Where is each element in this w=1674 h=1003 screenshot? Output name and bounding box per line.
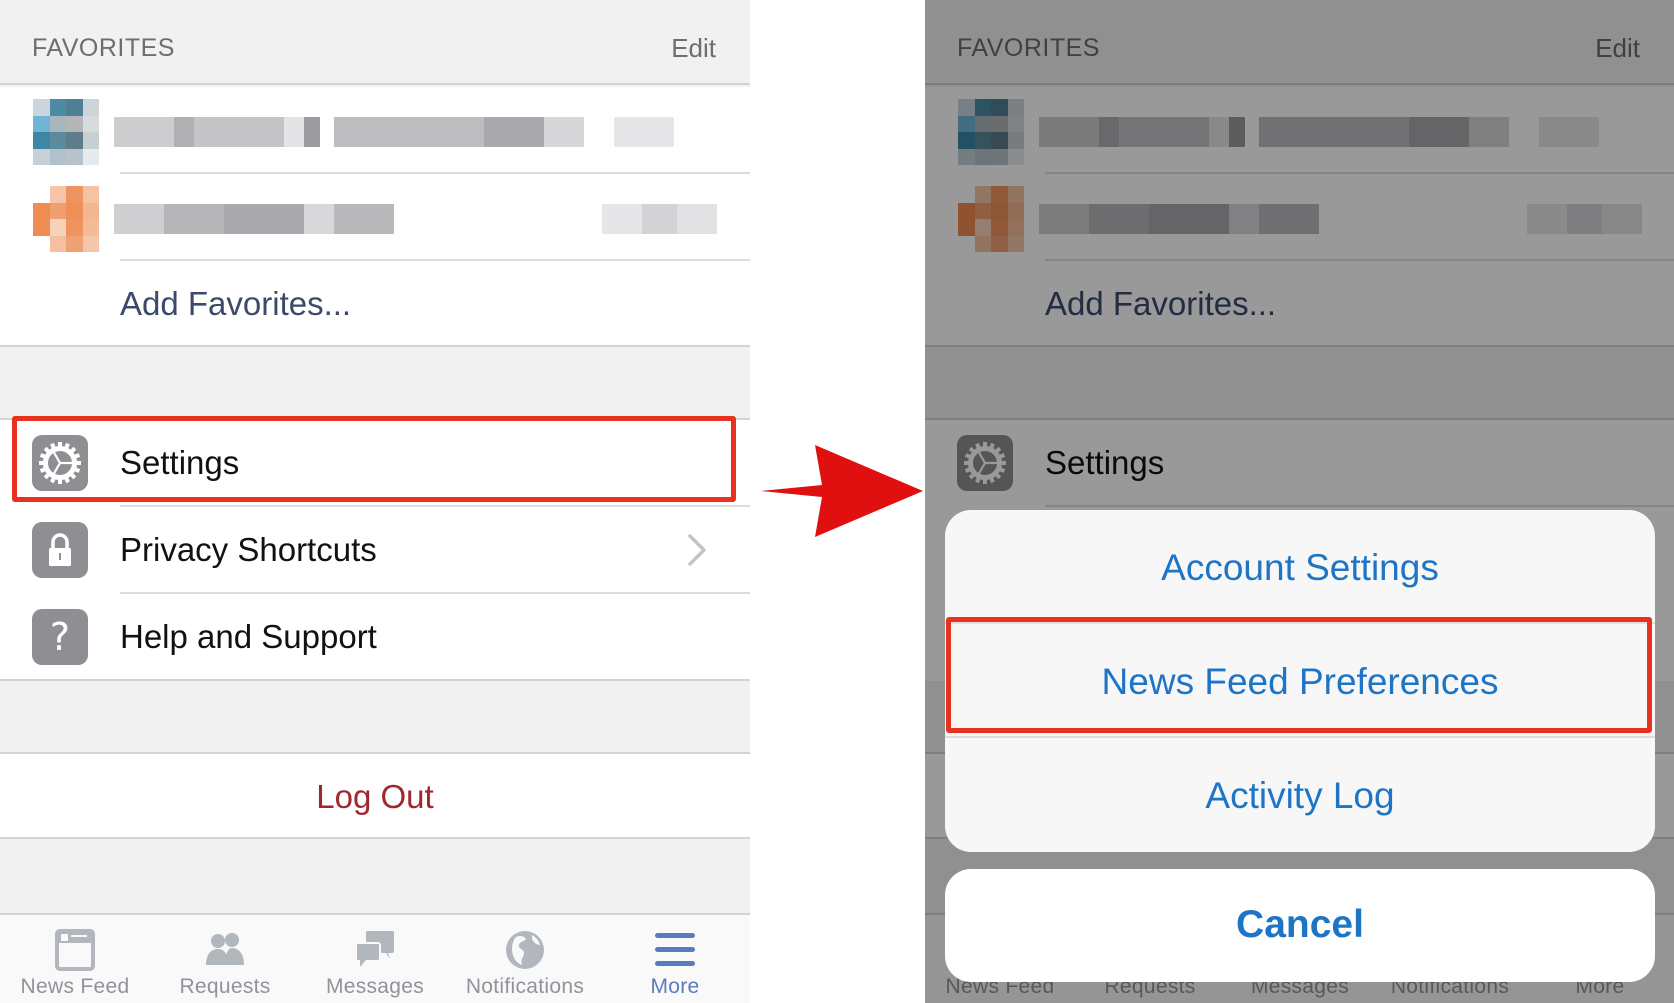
left-screenshot-panel: FAVORITES Edit Add Favorites... Settings…	[0, 0, 750, 1003]
messages-icon	[355, 931, 394, 967]
favorite-item[interactable]	[0, 174, 750, 261]
menu-item-label: Privacy Shortcuts	[120, 531, 377, 568]
action-activity-log[interactable]: Activity Log	[945, 738, 1655, 852]
right-screenshot-panel: FAVORITES Edit Add Favorites... Settings…	[925, 0, 1674, 1003]
favorite-meta-pixelated	[602, 204, 717, 234]
menu-item-help-and-support[interactable]: ? Help and Support	[0, 594, 750, 681]
avatar-pixel	[49, 235, 66, 252]
chevron-right-icon	[688, 534, 706, 566]
cancel-label: Cancel	[1236, 903, 1364, 946]
tab-news-feed[interactable]: News Feed	[0, 915, 150, 1003]
gear-icon	[32, 435, 88, 491]
tab-label: Messages	[325, 975, 425, 998]
tab-label: News Feed	[20, 975, 130, 998]
avatar-pixel	[66, 115, 83, 132]
avatar-pixel	[49, 202, 66, 219]
avatar-pixel	[33, 235, 50, 252]
action-label: Activity Log	[1205, 775, 1395, 816]
log-out-button[interactable]: Log Out	[0, 778, 750, 816]
avatar-pixel	[33, 115, 50, 132]
avatar-pixel	[33, 132, 50, 149]
avatar-pixel	[82, 219, 99, 236]
add-favorites-row[interactable]: Add Favorites...	[0, 261, 750, 348]
avatar-pixel	[33, 202, 50, 219]
menu-item-privacy-shortcuts[interactable]: Privacy Shortcuts	[0, 507, 750, 594]
settings-section: Settings Privacy Shortcuts ? Help and Su…	[0, 418, 750, 681]
favorites-title: FAVORITES	[32, 34, 175, 62]
avatar-pixel	[49, 99, 66, 116]
action-sheet: Account Settings News Feed Preferences A…	[945, 510, 1655, 852]
favorites-section: Add Favorites...	[0, 87, 750, 347]
section-divider	[0, 345, 750, 347]
add-favorites-link[interactable]: Add Favorites...	[120, 285, 351, 323]
section-divider	[0, 679, 750, 681]
avatar-pixel	[66, 99, 83, 116]
edit-button[interactable]: Edit	[671, 33, 716, 64]
tab-notifications[interactable]: Notifications	[450, 915, 600, 1003]
avatar-pixel	[49, 186, 66, 203]
avatar-pixel	[66, 148, 83, 165]
avatar-pixel	[33, 99, 50, 116]
avatar-pixel	[82, 235, 99, 252]
avatar-pixel	[66, 186, 83, 203]
favorite-name-pixelated	[114, 117, 674, 147]
action-label: News Feed Preferences	[1101, 661, 1499, 702]
menu-item-settings[interactable]: Settings	[0, 420, 750, 507]
favorite-avatar	[33, 99, 99, 165]
avatar-pixel	[82, 115, 99, 132]
tab-bar: News Feed Requests Messages Notification…	[0, 913, 750, 1003]
friend-requests-icon	[206, 933, 244, 965]
avatar-pixel	[33, 219, 50, 236]
tab-label: More	[650, 975, 700, 998]
news-feed-icon	[55, 929, 95, 971]
avatar-pixel	[82, 148, 99, 165]
avatar-pixel	[49, 148, 66, 165]
tab-requests[interactable]: Requests	[150, 915, 300, 1003]
tab-messages[interactable]: Messages	[300, 915, 450, 1003]
favorites-header: FAVORITES Edit	[0, 0, 750, 85]
avatar-pixel	[82, 202, 99, 219]
question-icon: ?	[32, 609, 88, 665]
action-news-feed-preferences[interactable]: News Feed Preferences	[945, 624, 1655, 738]
section-divider	[0, 837, 750, 839]
avatar-pixel	[82, 186, 99, 203]
avatar-pixel	[66, 202, 83, 219]
avatar-pixel	[33, 186, 50, 203]
menu-item-label: Settings	[120, 444, 240, 481]
avatar-pixel	[66, 219, 83, 236]
action-label: Account Settings	[1161, 547, 1439, 588]
action-account-settings[interactable]: Account Settings	[945, 510, 1655, 624]
avatar-pixel	[33, 148, 50, 165]
avatar-pixel	[49, 115, 66, 132]
cancel-button[interactable]: Cancel	[945, 869, 1655, 982]
tab-more[interactable]: More	[600, 915, 750, 1003]
avatar-pixel	[66, 235, 83, 252]
avatar-pixel	[82, 99, 99, 116]
avatar-pixel	[49, 132, 66, 149]
hamburger-menu-icon	[655, 933, 695, 966]
globe-icon	[506, 931, 544, 969]
avatar-pixel	[66, 132, 83, 149]
favorite-item[interactable]	[0, 87, 750, 174]
tab-label: Requests	[179, 975, 271, 998]
logout-section: Log Out	[0, 752, 750, 839]
tab-label: Notifications	[465, 975, 585, 998]
avatar-pixel	[49, 219, 66, 236]
favorite-name-pixelated	[114, 204, 404, 234]
modal-dim-overlay[interactable]	[925, 0, 1674, 1003]
arrow-right-icon	[761, 445, 923, 537]
lock-icon	[32, 522, 88, 578]
menu-item-label: Help and Support	[120, 618, 377, 655]
avatar-pixel	[82, 132, 99, 149]
favorite-avatar	[33, 186, 99, 252]
